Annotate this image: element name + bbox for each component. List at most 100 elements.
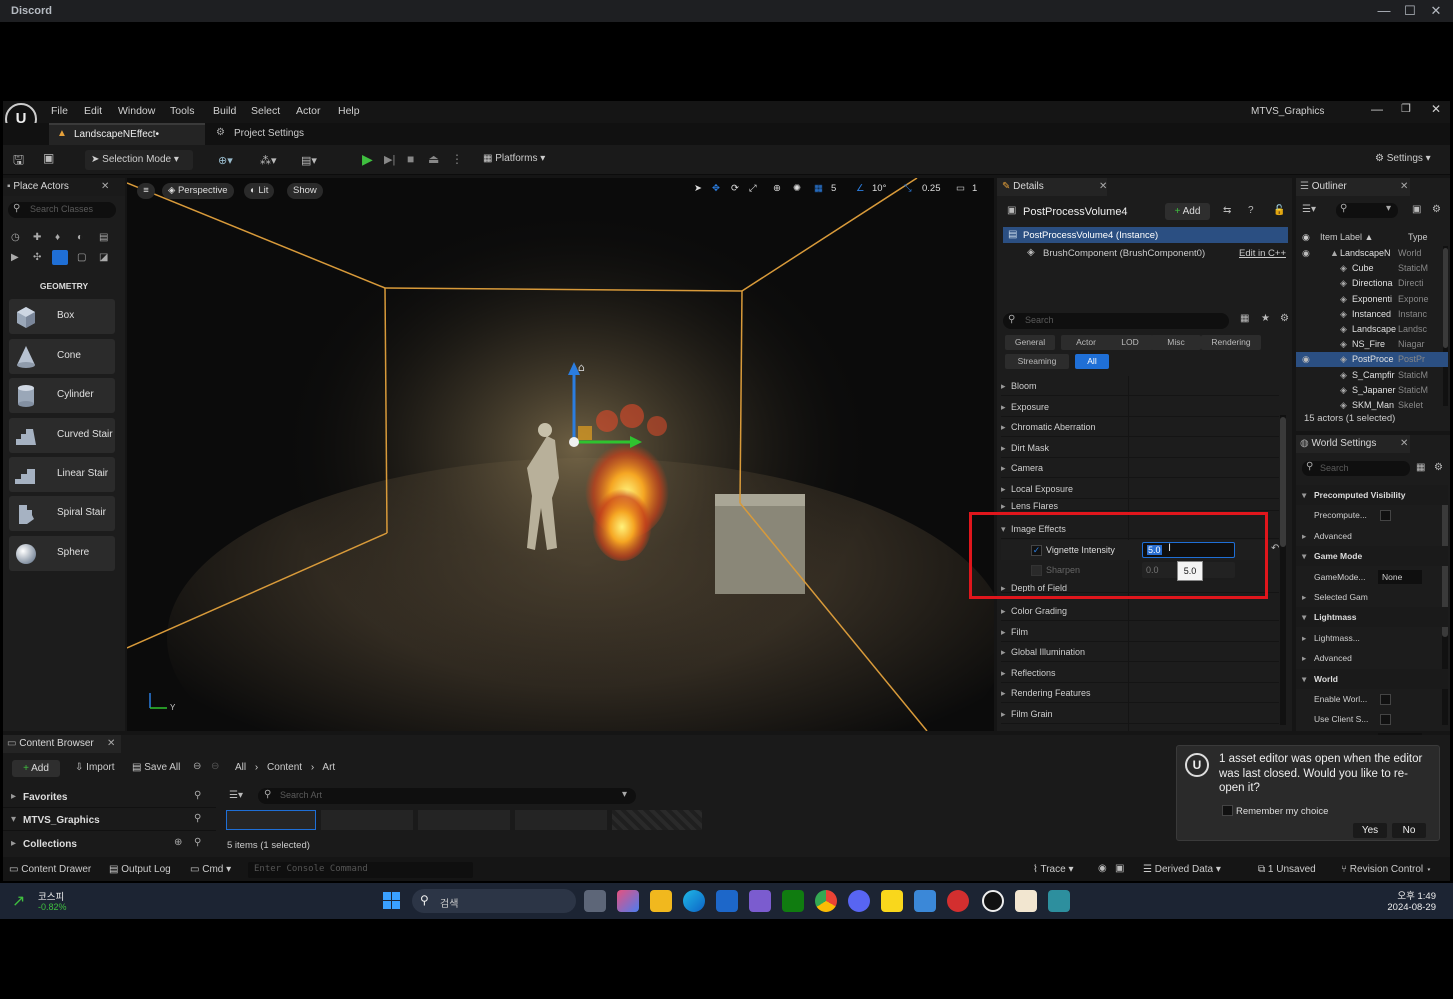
play-icon[interactable]: ▶ — [362, 151, 373, 168]
close-icon[interactable]: ✕ — [1400, 178, 1408, 196]
outliner-row[interactable]: ◉ ▲ LandscapeN World — [1296, 246, 1448, 261]
camera-speed-value[interactable]: 1 — [972, 183, 977, 194]
column-type[interactable]: Type — [1408, 232, 1428, 242]
actor-curved-stair[interactable]: Curved Stair — [9, 418, 115, 453]
actor-cone[interactable]: Cone — [9, 339, 115, 374]
world-settings-property[interactable]: Use Client S... — [1296, 709, 1448, 729]
world-settings-property[interactable]: ▸ Advanced — [1296, 648, 1448, 668]
category-camera[interactable]: ▸ Camera — [1001, 458, 1279, 478]
world-settings-section[interactable]: ▾ Game Mode — [1296, 546, 1448, 567]
level-viewport[interactable]: ⌂ Y ≡ ◈ Perspective ◐ Lit Show ➤ ✥ ⟳ ⤢ ⊕… — [127, 178, 994, 731]
world-settings-checkbox[interactable] — [1380, 510, 1391, 522]
scale-snap-value[interactable]: 0.25 — [922, 183, 941, 194]
add-folder-icon[interactable]: ▣ — [1412, 204, 1421, 215]
search-icon[interactable]: ⚲ — [194, 837, 201, 848]
import-button[interactable]: ⇩ Import — [75, 762, 115, 773]
blueprint-icon[interactable]: ⁂▾ — [260, 154, 277, 167]
yes-button[interactable]: Yes — [1353, 823, 1387, 838]
rotation-snap-value[interactable]: 10° — [872, 183, 886, 194]
menu-edit[interactable]: Edit — [84, 105, 102, 117]
unsaved-button[interactable]: ⧉ 1 Unsaved — [1258, 864, 1316, 875]
breadcrumb-content[interactable]: Content — [267, 762, 302, 773]
tab-project-settings[interactable]: Project Settings — [234, 128, 304, 139]
minimize-icon[interactable]: — — [1376, 3, 1392, 19]
chrome-icon[interactable] — [815, 890, 837, 912]
show-dropdown[interactable]: Show — [287, 183, 323, 199]
world-settings-checkbox[interactable] — [1380, 694, 1391, 705]
grid-snap-value[interactable]: 5 — [831, 183, 836, 194]
table-view-icon[interactable]: ▦ — [1416, 462, 1425, 473]
category-global-illumination[interactable]: ▸ Global Illumination — [1001, 642, 1279, 662]
save-icon[interactable]: 🖫 — [13, 151, 24, 173]
outliner-row[interactable]: ◈ Cube StaticM — [1296, 261, 1448, 276]
windows-start-icon[interactable] — [383, 892, 401, 910]
selection-mode-dropdown[interactable]: ➤ Selection Mode ▾ — [85, 150, 193, 170]
close-icon[interactable]: ✕ — [107, 735, 115, 753]
actor-box[interactable]: Box — [9, 299, 115, 334]
category-exposure[interactable]: ▸ Exposure — [1001, 397, 1279, 417]
file-explorer-icon[interactable] — [650, 890, 672, 912]
menu-tools[interactable]: Tools — [170, 105, 195, 117]
filter-actor[interactable]: Actor — [1061, 335, 1111, 350]
component-instance-row[interactable]: ▤ PostProcessVolume4 (Instance) — [1003, 227, 1288, 243]
world-settings-property[interactable]: ▸ Advanced — [1296, 526, 1448, 546]
menu-actor[interactable]: Actor — [296, 105, 321, 117]
menu-build[interactable]: Build — [213, 105, 236, 117]
scale-tool-icon[interactable]: ⤢ — [749, 183, 757, 194]
camera-icon[interactable]: ▣ — [1115, 863, 1124, 874]
category-bloom[interactable]: ▸ Bloom — [1001, 376, 1279, 396]
favorites-star-icon[interactable]: ★ — [1261, 313, 1270, 324]
lights-icon[interactable]: ♦ — [55, 232, 60, 243]
add-collection-icon[interactable]: ⊕ — [174, 837, 182, 848]
filter-streaming[interactable]: Streaming — [1005, 354, 1069, 369]
search-icon[interactable]: ⚲ — [194, 813, 201, 824]
trace-dropdown[interactable]: ⌇ Trace ▾ — [1033, 864, 1074, 875]
column-item-label[interactable]: Item Label ▲ — [1320, 232, 1373, 242]
outliner-search-input[interactable]: ⚲ ▾ — [1336, 203, 1398, 218]
forward-icon[interactable]: ⊖ — [211, 761, 219, 772]
asset-tile[interactable] — [418, 810, 510, 830]
blueprint-convert-icon[interactable]: ⇆ — [1223, 205, 1231, 216]
photos-icon[interactable] — [749, 890, 771, 912]
add-actor-icon[interactable]: ⊕▾ — [218, 154, 233, 167]
filter-rendering[interactable]: Rendering — [1201, 335, 1261, 350]
world-space-icon[interactable]: ⊕ — [773, 183, 781, 194]
filter-general[interactable]: General — [1005, 335, 1055, 350]
details-scrollbar[interactable] — [1280, 415, 1286, 725]
content-drawer-button[interactable]: ▭ Content Drawer — [9, 864, 91, 875]
asset-tile[interactable] — [226, 810, 316, 830]
clock[interactable]: 오후 1:49 2024-08-29 — [1380, 888, 1436, 913]
outliner-row[interactable]: ◈ Instanced Instanc — [1296, 307, 1448, 322]
close-icon[interactable]: ✕ — [1400, 435, 1408, 453]
category-film-grain[interactable]: ▸ Film Grain — [1001, 704, 1279, 724]
all-classes-icon[interactable]: ▢ — [77, 252, 86, 263]
step-icon[interactable]: ▶| — [384, 153, 395, 166]
sources-project[interactable]: ▾ MTVS_Graphics ⚲ — [3, 809, 216, 831]
xbox-icon[interactable] — [782, 890, 804, 912]
ue-close-icon[interactable]: ✕ — [1431, 102, 1441, 116]
close-icon[interactable]: ✕ — [1099, 178, 1107, 196]
select-tool-icon[interactable]: ➤ — [694, 183, 702, 194]
outliner-row[interactable]: ◉ ◈ PostProce PostPr — [1296, 352, 1448, 368]
outliner-row[interactable]: ◈ NS_Fire Niagar — [1296, 337, 1448, 352]
cinematic-icon[interactable]: ▤ — [99, 232, 108, 243]
world-settings-section[interactable]: ▾ World — [1296, 668, 1448, 689]
filter-icon[interactable]: ☰▾ — [1302, 204, 1316, 215]
stock-widget[interactable]: ↗ 코스피 -0.82% — [12, 889, 72, 915]
rotate-tool-icon[interactable]: ⟳ — [731, 183, 739, 194]
outliner-row[interactable]: ◈ SKM_Man Skelet — [1296, 398, 1448, 413]
world-settings-property[interactable]: Precompute... — [1296, 505, 1448, 525]
geometry-category-icon[interactable] — [52, 250, 68, 265]
task-view-icon[interactable] — [584, 890, 606, 912]
taskbar-search[interactable]: ⚲ 검색 — [412, 889, 576, 913]
menu-select[interactable]: Select — [251, 105, 280, 117]
details-search-input[interactable]: ⚲ Search — [1003, 313, 1229, 329]
lit-dropdown[interactable]: ◐ Lit — [244, 183, 275, 199]
copilot-icon[interactable] — [617, 890, 639, 912]
actor-linear-stair[interactable]: Linear Stair — [9, 457, 115, 492]
settings-gear-icon[interactable]: ⚙ — [1434, 462, 1443, 473]
app-figure-icon[interactable] — [1015, 890, 1037, 912]
camera-speed-icon[interactable]: ▭ — [956, 183, 965, 194]
rotation-snap-icon[interactable]: ∠ — [856, 183, 865, 194]
perspective-dropdown[interactable]: ◈ Perspective — [162, 183, 234, 199]
